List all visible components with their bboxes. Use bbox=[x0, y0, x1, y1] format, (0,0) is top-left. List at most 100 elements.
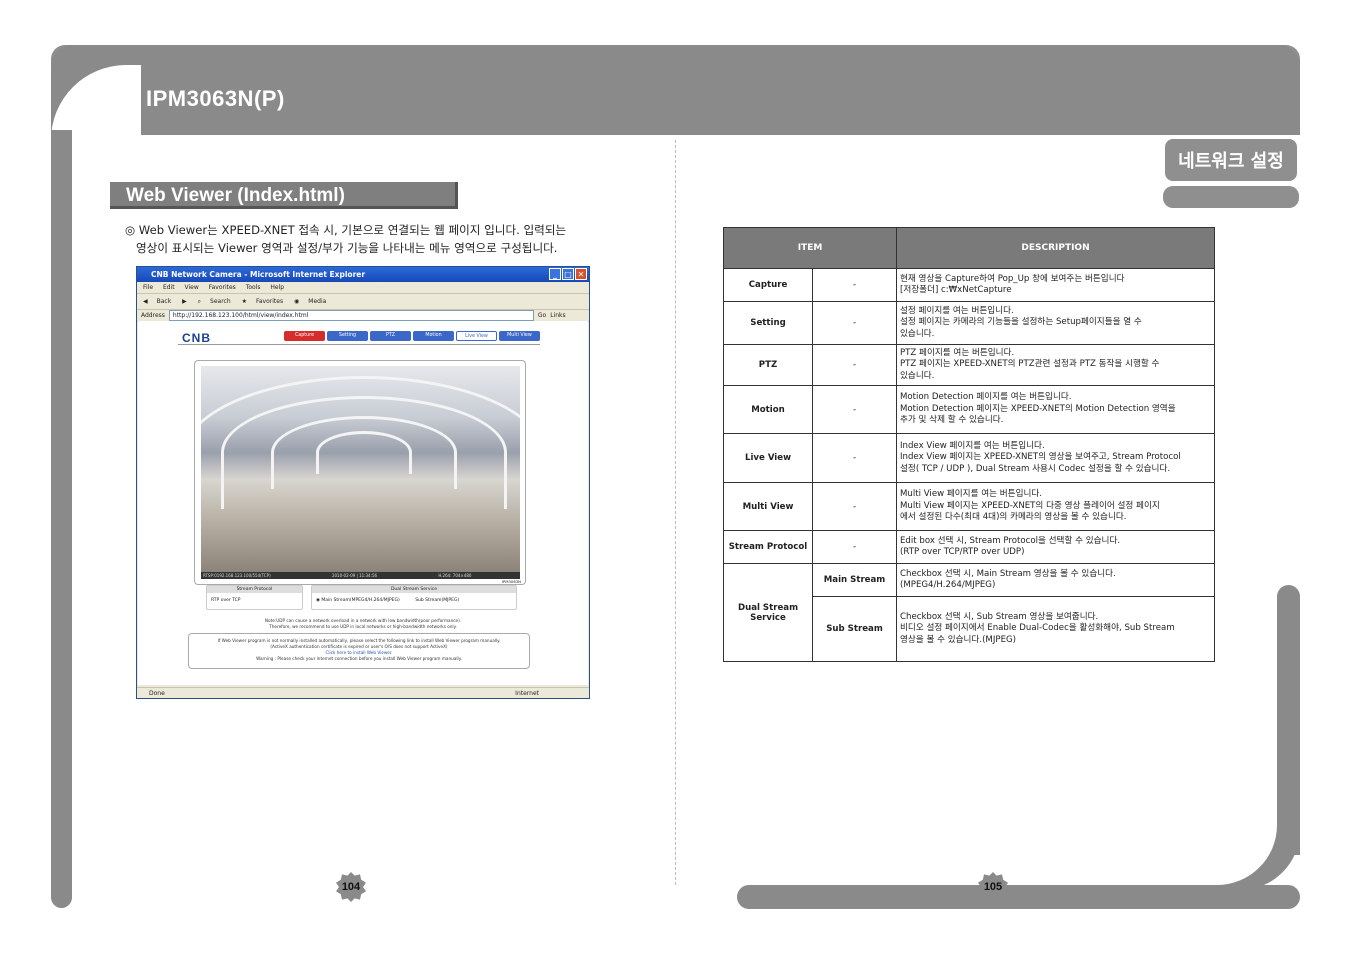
menu-item: Edit bbox=[162, 284, 175, 291]
stream-protocol-label: Stream Protocol bbox=[207, 586, 302, 593]
row-description: Checkbox 선택 시, Sub Stream 영상을 보여줍니다. 비디오 … bbox=[896, 596, 1215, 662]
row-item: Capture bbox=[723, 268, 813, 302]
row-item: Multi View bbox=[723, 482, 813, 531]
description-line: 있습니다. bbox=[900, 328, 935, 339]
item-description-table: ITEM DESCRIPTION Capture - 현재 영상을 Capture하… bbox=[723, 227, 1215, 662]
address-label: Address bbox=[141, 312, 165, 319]
setting-button: Setting bbox=[327, 331, 368, 341]
row-item: Dual Stream Service bbox=[723, 563, 813, 662]
description-line: 비디오 설정 페이지에서 Enable Dual-Codec을 활성화해야, S… bbox=[900, 623, 1175, 634]
video-panel: RTSP:0192.168.123.100/554(TCP) 2010-02-0… bbox=[194, 360, 526, 585]
row-description: Edit box 선택 시, Stream Protocol을 선택할 수 있습… bbox=[896, 530, 1215, 564]
intro-paragraph: ◎ Web Viewer는 XPEED-XNET 접속 시, 기본으로 연결되는… bbox=[125, 221, 645, 257]
warn-line: Warning : Please check your internet con… bbox=[256, 656, 462, 661]
left-margin-bar bbox=[51, 130, 72, 908]
description-line: 설정 페이지는 카메라의 기능들을 설정하는 Setup페이지들을 열 수 bbox=[900, 317, 1142, 328]
row-sub: Main Stream bbox=[812, 563, 897, 597]
udp-note: Note:UDP can cause a network overload in… bbox=[178, 618, 548, 630]
bottom-right-curve-inner bbox=[1100, 760, 1277, 885]
description-line: 설정 페이지를 여는 버튼입니다. bbox=[900, 305, 1014, 316]
video-caption: IPM3063N bbox=[501, 579, 521, 584]
description-line: Multi View 페이지는 XPEED-XNET의 다중 영상 플레이어 설… bbox=[900, 500, 1160, 511]
menu-item: Tools bbox=[245, 284, 261, 291]
row-description: Index View 페이지를 여는 버튼입니다. Index View 페이지는… bbox=[896, 433, 1215, 483]
dual-stream-box: Dual Stream Service ◉ Main Stream(MPEG4/… bbox=[311, 585, 517, 610]
dual-stream-options: ◉ Main Stream(MPEG4/H.264/MJPEG) Sub Str… bbox=[312, 593, 516, 609]
row-sub: - bbox=[812, 301, 897, 345]
description-line: 영상을 볼 수 있습니다.(MJPEG) bbox=[900, 634, 1017, 645]
table-row: PTZ - PTZ 페이지를 여는 버튼입니다. PTZ 페이지는 XPEED-XNE… bbox=[723, 344, 1215, 386]
row-description: Motion Detection 페이지를 여는 버튼입니다. Motion De… bbox=[896, 385, 1215, 434]
page-divider bbox=[675, 140, 676, 885]
description-line: Checkbox 선택 시, Sub Stream 영상을 보여줍니다. bbox=[900, 611, 1099, 622]
motion-button: Motion bbox=[413, 331, 454, 341]
menu-item: Help bbox=[270, 284, 285, 291]
description-line: PTZ 페이지를 여는 버튼입니다. bbox=[900, 347, 1015, 358]
capture-button: Capture bbox=[284, 331, 325, 341]
row-sub: - bbox=[812, 530, 897, 564]
description-line: PTZ 페이지는 XPEED-XNET의 PTZ관련 설정과 PTZ 동작을 시… bbox=[900, 359, 1160, 370]
multi-view-button: Multi View bbox=[499, 331, 540, 341]
table-row: Dual Stream Service Main Stream Checkbox 선… bbox=[723, 563, 1215, 662]
hall-arch bbox=[316, 431, 412, 474]
cnb-logo: CNB bbox=[182, 331, 211, 345]
description-line: Index View 페이지를 여는 버튼입니다. bbox=[900, 440, 1045, 451]
go-button: Go bbox=[537, 312, 547, 319]
install-warning: If Web Viewer program is not normally in… bbox=[188, 633, 530, 669]
row-sub: - bbox=[812, 344, 897, 386]
description-line: 에서 설정된 다수(최대 4대)의 카메라의 영상을 볼 수 있습니다. bbox=[900, 512, 1127, 523]
description-line: Multi View 페이지를 여는 버튼입니다. bbox=[900, 489, 1043, 500]
description-line: 추가 및 삭제 할 수 있습니다. bbox=[900, 415, 1004, 426]
intro-line: 영상이 표시되는 Viewer 영역과 설정/부가 기능을 나타내는 메뉴 영역… bbox=[136, 241, 558, 255]
row-sub: Sub Stream bbox=[812, 596, 897, 662]
description-line: Motion Detection 페이지는 XPEED-XNET의 Motion… bbox=[900, 403, 1176, 414]
description-line: (RTP over TCP/RTP over UDP) bbox=[900, 547, 1025, 557]
section-tab-secondary bbox=[1163, 186, 1299, 208]
table-row: Stream Protocol - Edit box 선택 시, Stream Pr… bbox=[723, 530, 1215, 564]
header-description: DESCRIPTION bbox=[896, 227, 1215, 269]
intro-line: ◎ Web Viewer는 XPEED-XNET 접속 시, 기본으로 연결되는… bbox=[125, 223, 567, 237]
video-status-right: H.264: 704×480 bbox=[438, 573, 472, 578]
table-row: Motion - Motion Detection 페이지를 여는 버튼입니다. Mo… bbox=[723, 385, 1215, 434]
browser-menubar: File Edit View Favorites Tools Help bbox=[137, 282, 589, 294]
bottom-margin-bar bbox=[737, 885, 1300, 909]
row-sub: - bbox=[812, 268, 897, 302]
sub-stream-option: Sub Stream(MJPEG) bbox=[415, 598, 460, 603]
search-icon: ⌕ bbox=[197, 298, 202, 305]
toolbar-item: Search bbox=[210, 298, 231, 305]
video-status-bar: RTSP:0192.168.123.100/554(TCP) 2010-02-0… bbox=[201, 572, 520, 579]
maximize-icon: □ bbox=[562, 268, 574, 280]
radio-icon: ◉ bbox=[316, 598, 320, 603]
description-line: Edit box 선택 시, Stream Protocol을 선택할 수 있습… bbox=[900, 535, 1121, 546]
description-line: 현재 영상을 Capture하여 Pop_Up 창에 보여주는 버튼입니다 bbox=[900, 273, 1125, 284]
toolbar-item: Media bbox=[308, 298, 327, 305]
row-item: Setting bbox=[723, 301, 813, 345]
page-number-left: 104 bbox=[336, 872, 366, 902]
description-line: Index View 페이지는 XPEED-XNET의 영상을 보여주고, St… bbox=[900, 452, 1181, 463]
row-description: Multi View 페이지를 여는 버튼입니다. Multi View 페이지는… bbox=[896, 482, 1215, 531]
table-header-row: ITEM DESCRIPTION bbox=[723, 227, 1215, 269]
row-description: PTZ 페이지를 여는 버튼입니다. PTZ 페이지는 XPEED-XNET의 P… bbox=[896, 344, 1215, 386]
forward-icon: ▶ bbox=[182, 298, 187, 305]
row-description: 현재 영상을 Capture하여 Pop_Up 창에 보여주는 버튼입니다 [저장… bbox=[896, 268, 1215, 302]
table-row: Multi View - Multi View 페이지를 여는 버튼입니다. Mult… bbox=[723, 482, 1215, 531]
toolbar-item: Favorites bbox=[255, 298, 284, 305]
browser-title-bar: CNB Network Camera - Microsoft Internet … bbox=[137, 267, 589, 282]
stream-protocol-select: RTP over TCP bbox=[211, 598, 241, 603]
description-line: Motion Detection 페이지를 여는 버튼입니다. bbox=[900, 392, 1072, 403]
table-row: Live View - Index View 페이지를 여는 버튼입니다. Index… bbox=[723, 433, 1215, 483]
status-done: Done bbox=[149, 690, 165, 697]
stream-controls: Stream Protocol RTP over TCP Dual Stream… bbox=[206, 585, 517, 610]
menu-item: View bbox=[184, 284, 199, 291]
note-line: Therefore, we recommend to use UDP in lo… bbox=[269, 624, 457, 629]
row-sub: - bbox=[812, 385, 897, 434]
row-item: Live View bbox=[723, 433, 813, 483]
section-tab: 네트워크 설정 bbox=[1163, 137, 1299, 183]
ptz-button: PTZ bbox=[370, 331, 411, 341]
video-status-left: RTSP:0192.168.123.100/554(TCP) bbox=[203, 573, 271, 578]
video-status-mid: 2010-02-09 | 11:34:56 bbox=[331, 573, 378, 578]
description-line: (MPEG4/H.264/MJPEG) bbox=[900, 580, 996, 590]
logo-underline bbox=[178, 344, 540, 345]
row-description: Checkbox 선택 시, Main Stream 영상을 볼 수 있습니다.… bbox=[896, 563, 1215, 597]
toolbar-item: Back bbox=[156, 298, 172, 305]
